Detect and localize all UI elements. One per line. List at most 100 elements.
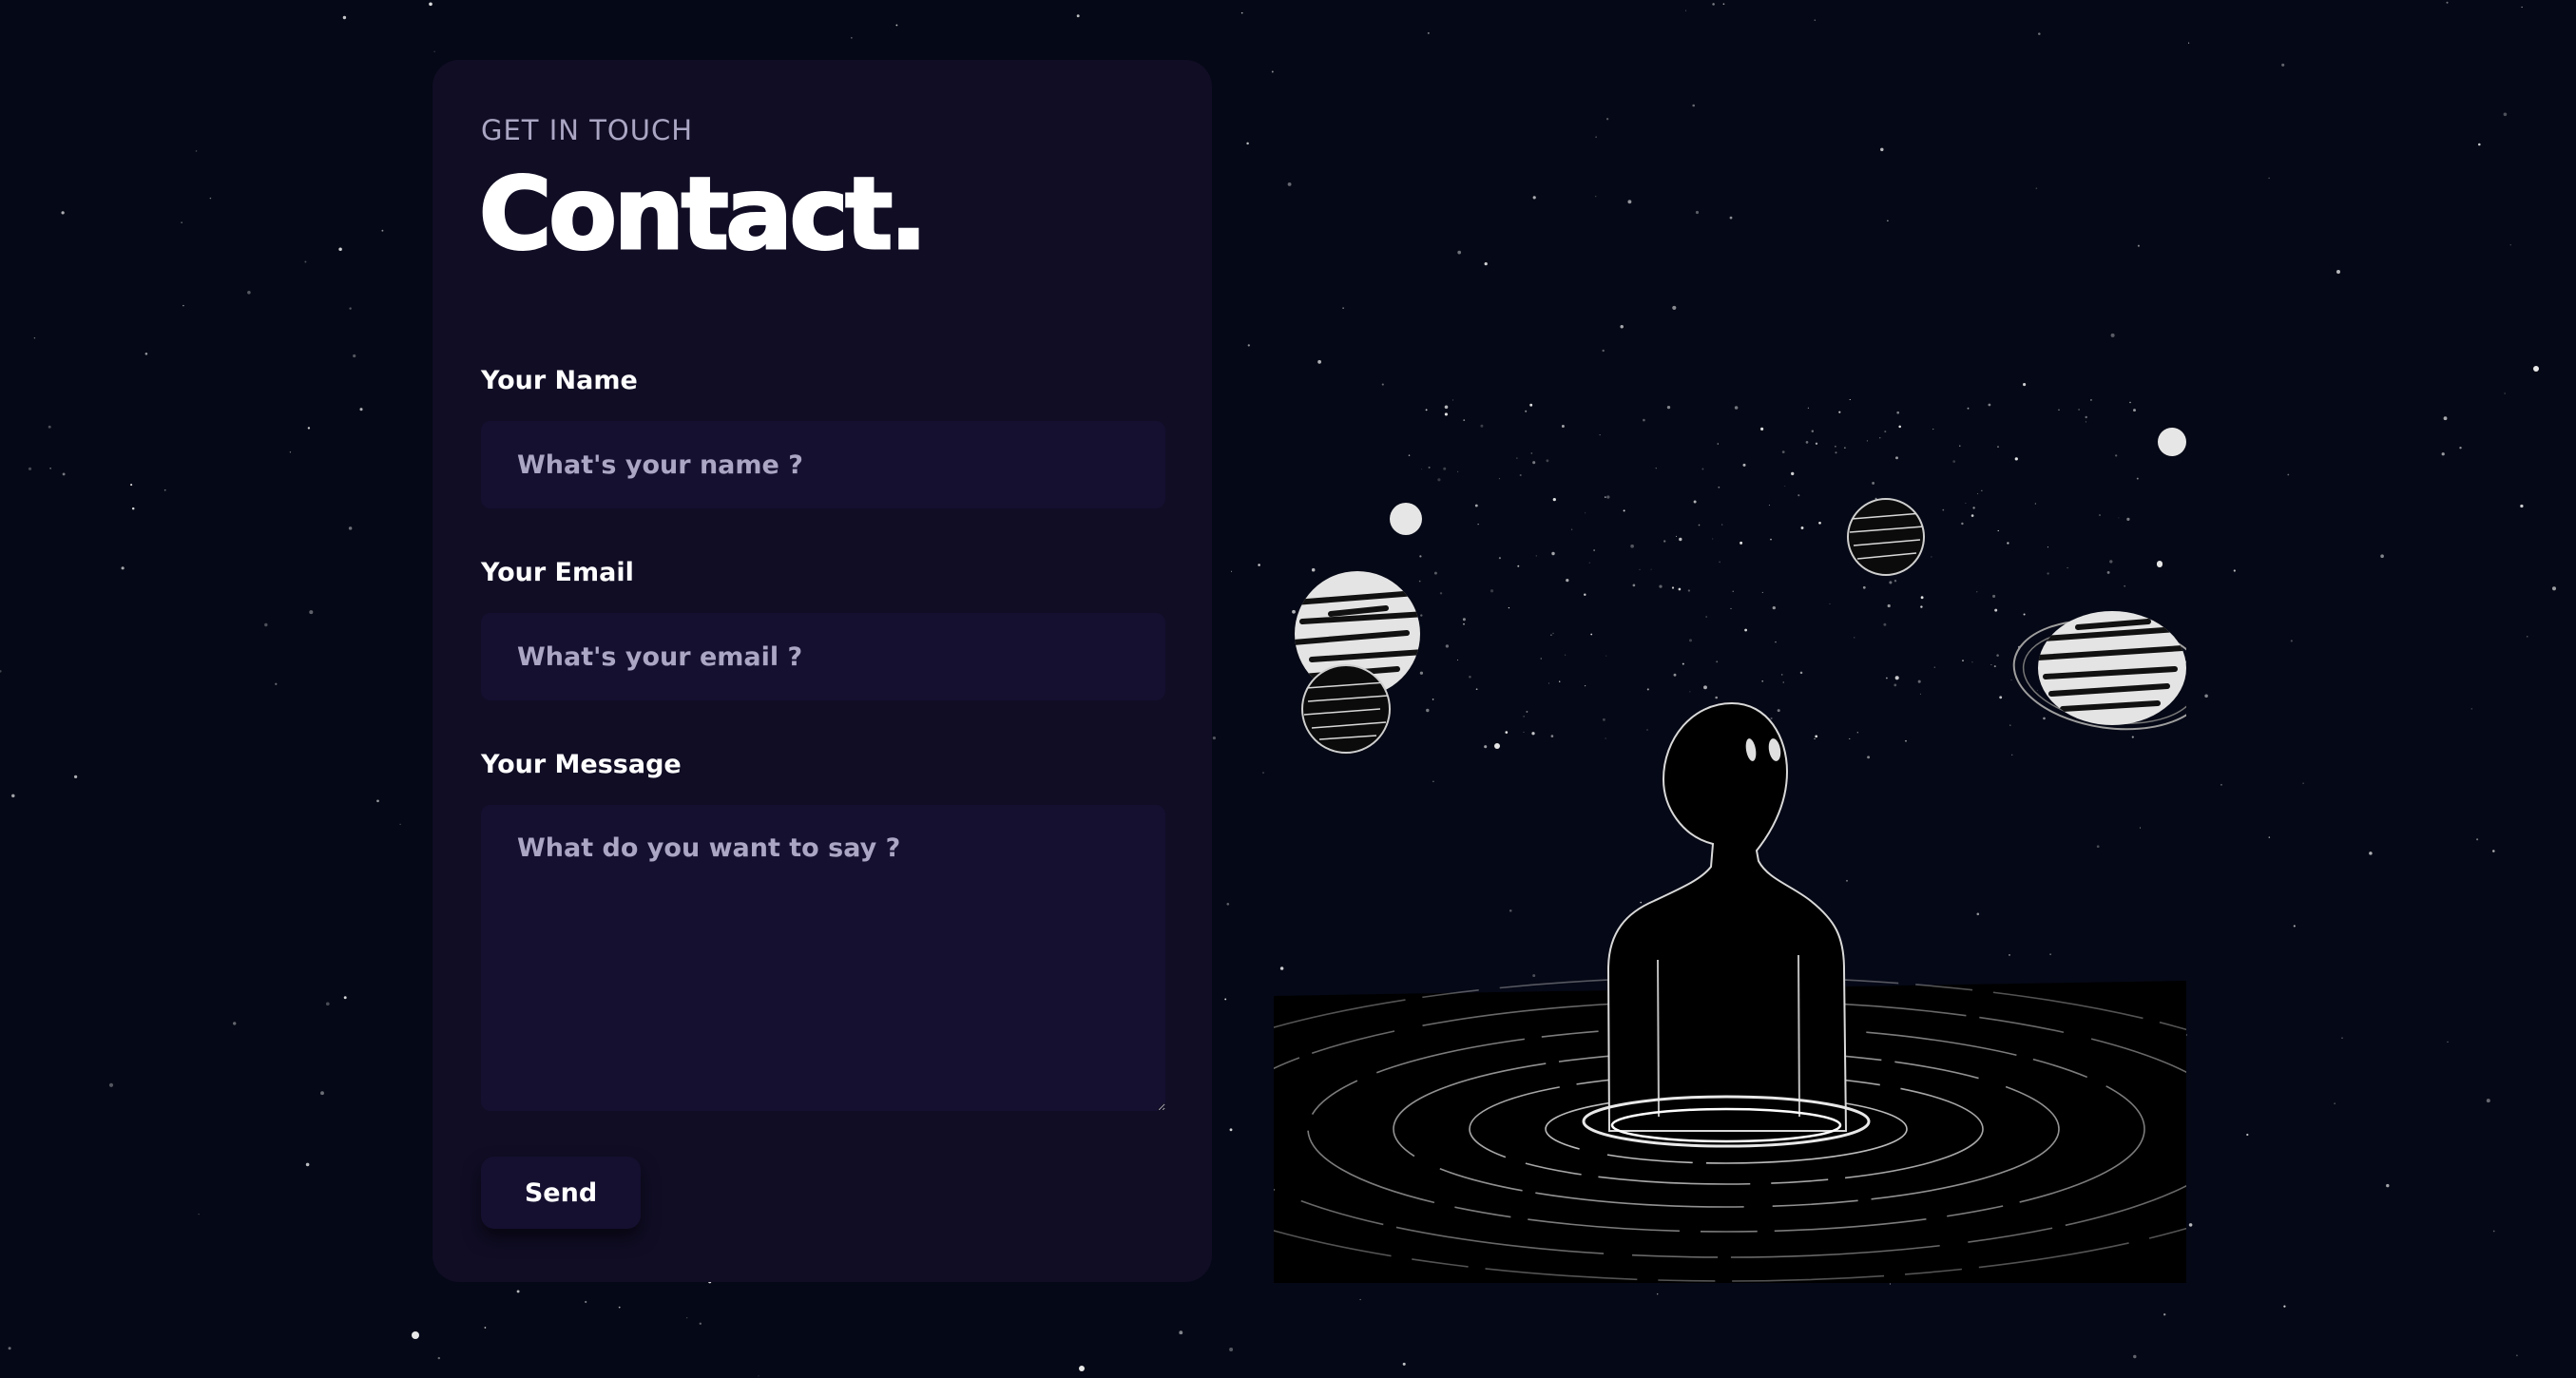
star-icon [1559, 680, 1561, 682]
star-icon [1673, 673, 1677, 677]
star-icon [1445, 644, 1450, 648]
star-icon [2047, 572, 2049, 575]
star-icon [1835, 451, 1837, 454]
star-icon [2058, 409, 2060, 411]
star-icon [2233, 569, 2236, 572]
star-icon [2341, 1037, 2343, 1039]
star-icon [618, 1306, 621, 1309]
star-icon [1962, 660, 1964, 661]
star-icon [1076, 14, 1080, 18]
send-button[interactable]: Send [481, 1157, 641, 1229]
star-icon [1977, 493, 1979, 495]
star-icon [2443, 416, 2448, 421]
star-icon [61, 211, 65, 215]
star-icon [1639, 568, 1641, 571]
star-icon [1427, 31, 1430, 34]
scene-star-cluster [1415, 399, 2139, 759]
star-icon [305, 1162, 310, 1167]
star-icon [1519, 473, 1522, 477]
star-icon [1961, 522, 1964, 526]
star-icon [585, 1300, 587, 1304]
star-icon [2047, 546, 2048, 548]
star-icon [2085, 415, 2087, 419]
star-icon [2009, 724, 2011, 726]
star-icon [1666, 405, 1671, 410]
star-icon [1693, 500, 1697, 504]
email-input[interactable] [481, 613, 1165, 700]
star-icon [1784, 486, 1786, 488]
star-icon [1531, 732, 1535, 736]
star-icon [1880, 147, 1884, 152]
star-icon [2036, 689, 2038, 692]
star-icon [1381, 383, 1384, 386]
star-icon [1523, 731, 1525, 733]
star-icon [1689, 691, 1691, 693]
star-icon [1884, 431, 1887, 433]
star-icon [1425, 409, 1428, 411]
star-icon [195, 150, 198, 152]
star-icon [0, 670, 2, 673]
star-icon [686, 1317, 688, 1319]
star-icon [2336, 270, 2340, 274]
star-icon [1990, 664, 1992, 665]
star-icon [2527, 636, 2528, 638]
section-eyebrow: GET IN TOUCH [481, 114, 694, 146]
star-icon [108, 1082, 114, 1087]
star-icon [1695, 210, 1700, 215]
star-icon [1671, 586, 1675, 589]
star-icon [1894, 683, 1897, 687]
star-icon [1262, 772, 1264, 774]
star-icon [233, 1022, 237, 1025]
star-icon [2023, 613, 2026, 616]
star-icon [8, 1347, 11, 1350]
star-icon [2129, 401, 2131, 404]
star-icon [1932, 429, 1934, 431]
star-icon [1469, 676, 1471, 679]
star-icon [1835, 445, 1836, 448]
star-icon [1894, 580, 1897, 583]
star-icon [1444, 412, 1448, 416]
star-icon [1484, 745, 1488, 749]
star-icon [181, 221, 183, 223]
star-icon [1535, 555, 1537, 557]
star-icon [1976, 591, 1978, 593]
star-icon [2014, 457, 2018, 461]
star-icon [1529, 403, 1533, 407]
star-icon [1532, 461, 1536, 465]
star-icon [1959, 445, 1961, 447]
star-icon [1889, 581, 1893, 584]
star-icon [1732, 590, 1734, 592]
star-icon [2268, 836, 2271, 838]
star-icon [1439, 592, 1443, 595]
space-illustration [1274, 399, 2186, 1283]
star-icon [2446, 1, 2449, 4]
star-icon [1775, 641, 1777, 643]
star-icon [1523, 716, 1525, 718]
star-icon [1999, 696, 2003, 699]
star-icon [1814, 19, 1817, 21]
star-icon [1689, 639, 1692, 642]
star-icon [1742, 463, 1746, 467]
star-icon [2520, 504, 2524, 508]
star-icon [1443, 467, 1447, 470]
star-icon [1530, 452, 1533, 454]
star-icon [412, 1331, 419, 1339]
star-icon [1883, 622, 1887, 626]
star-icon [1602, 349, 1605, 353]
star-icon [1952, 460, 1956, 463]
star-icon [2509, 244, 2511, 246]
star-icon [144, 353, 148, 355]
star-icon [1498, 478, 1500, 480]
star-icon [1258, 564, 1260, 566]
star-icon [2106, 570, 2110, 574]
star-icon [49, 468, 51, 469]
star-icon [1475, 688, 1478, 691]
message-textarea[interactable] [481, 805, 1165, 1111]
star-icon [1780, 674, 1783, 676]
star-icon [1682, 662, 1684, 665]
star-icon [1605, 118, 1609, 121]
name-input[interactable] [481, 421, 1165, 508]
star-icon [62, 472, 66, 476]
star-icon [2246, 1133, 2249, 1137]
star-icon [1657, 1293, 1659, 1295]
